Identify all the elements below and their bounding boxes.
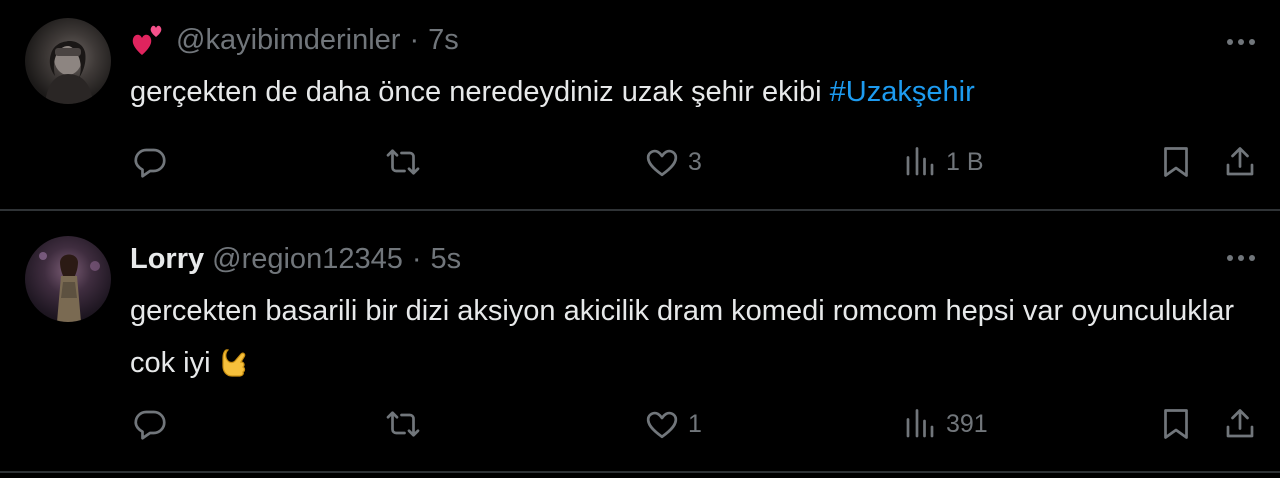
tweet-actions: 1 391 [0,404,1280,444]
more-options-icon[interactable] [1224,32,1258,52]
author-handle[interactable]: @kayibimderinler [176,24,400,57]
tweet-divider [0,471,1280,473]
avatar-photo [45,40,93,104]
more-options-icon[interactable] [1224,248,1258,268]
tweet[interactable]: Lorry @region12345 · 5s gercekten basari… [0,211,1280,473]
avatar[interactable] [25,236,111,322]
tweet-actions: 3 1 B [0,142,1280,182]
tweet[interactable]: @kayibimderinler · 7s gerçekten de daha … [0,0,1280,210]
heart-icon [646,149,678,177]
like-button[interactable]: 1 [644,404,702,444]
ok-hand-icon [221,349,245,377]
reply-button[interactable] [132,142,168,182]
two-hearts-icon [132,25,162,55]
author-handle[interactable]: @region12345 [212,243,403,276]
view-count: 391 [946,409,988,438]
views-button[interactable]: 391 [902,404,988,444]
reply-icon [134,148,166,178]
bookmark-button[interactable] [1158,404,1194,444]
tweet-header: Lorry @region12345 · 5s [130,239,461,279]
views-chart-icon [906,409,934,438]
separator-dot: · [409,23,420,56]
separator-dot: · [411,242,422,275]
like-count: 3 [688,147,702,176]
retweet-icon [386,411,420,437]
avatar-photo [39,252,100,322]
reply-icon [134,410,166,440]
like-button[interactable]: 3 [644,142,702,182]
view-count: 1 B [946,147,984,176]
tweet-text: gerçekten de daha önce neredeydiniz uzak… [130,66,1250,118]
heart-icon [646,411,678,439]
retweet-button[interactable] [385,142,421,182]
share-button[interactable] [1222,142,1258,182]
views-chart-icon [906,147,934,176]
share-button[interactable] [1222,404,1258,444]
author-name[interactable]: Lorry [130,243,204,276]
retweet-icon [386,149,420,175]
retweet-button[interactable] [385,404,421,444]
avatar[interactable] [25,18,111,104]
bookmark-icon [1164,147,1188,177]
reply-button[interactable] [132,404,168,444]
hashtag-link[interactable]: #Uzakşehir [830,76,975,108]
timestamp[interactable]: 7s [428,24,459,57]
tweet-header: @kayibimderinler · 7s [130,20,459,60]
share-icon [1226,409,1254,438]
views-button[interactable]: 1 B [902,142,984,182]
bookmark-icon [1164,409,1188,439]
like-count: 1 [688,409,702,438]
timestamp[interactable]: 5s [431,243,462,276]
tweet-text: gercekten basarili bir dizi aksiyon akic… [130,285,1250,389]
tweet-text-body: gerçekten de daha önce neredeydiniz uzak… [130,76,830,108]
share-icon [1226,147,1254,176]
tweet-text-body: gercekten basarili bir dizi aksiyon akic… [130,295,1235,379]
bookmark-button[interactable] [1158,142,1194,182]
